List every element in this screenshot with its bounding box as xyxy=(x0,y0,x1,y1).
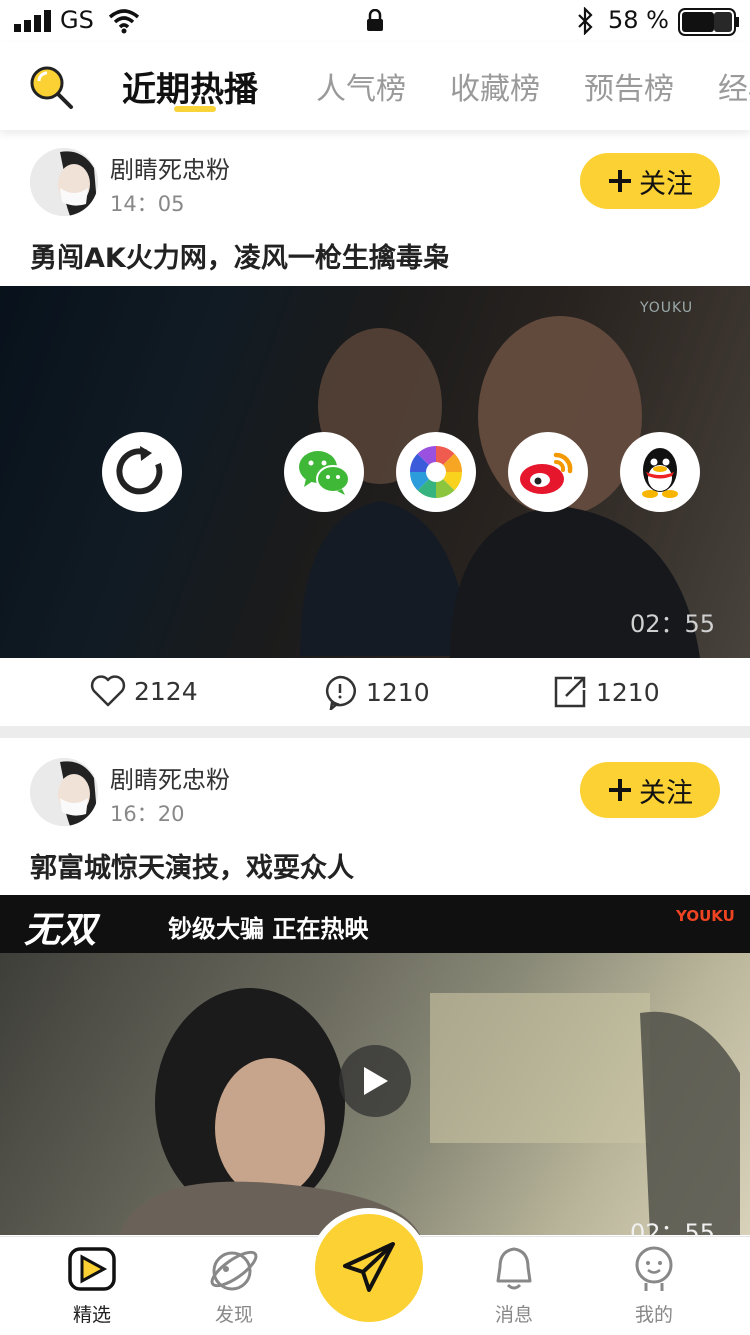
tab-profile[interactable]: 我的 xyxy=(604,1243,704,1327)
follow-button[interactable]: 关注 xyxy=(580,762,720,818)
avatar[interactable] xyxy=(30,758,98,826)
replay-button[interactable] xyxy=(102,432,182,512)
share-count: 1210 xyxy=(596,677,660,707)
comment-button[interactable]: 1210 xyxy=(322,674,430,710)
tab-popular[interactable]: 人气榜 xyxy=(316,64,406,108)
tab-recent-hot[interactable]: 近期热播 xyxy=(122,62,258,111)
movie-logo: 无双 xyxy=(24,910,97,951)
top-nav: 近期热播 人气榜 收藏榜 预告榜 经典 xyxy=(0,42,750,130)
profile-icon xyxy=(635,1246,673,1291)
tab-classic[interactable]: 经典 xyxy=(718,64,750,108)
share-moments-button[interactable] xyxy=(396,432,476,512)
plus-icon xyxy=(609,779,631,801)
tab-label: 发现 xyxy=(214,1304,253,1326)
like-button[interactable]: 2124 xyxy=(90,674,198,708)
comment-icon xyxy=(325,675,356,710)
battery-percent: 58 % xyxy=(608,6,669,34)
status-bar: GS 58 % xyxy=(0,0,750,42)
share-weibo-button[interactable] xyxy=(508,432,588,512)
send-icon xyxy=(343,1242,395,1292)
share-qq-button[interactable] xyxy=(620,432,700,512)
tab-messages[interactable]: 消息 xyxy=(464,1243,564,1327)
author-name[interactable]: 剧睛死忠粉 xyxy=(110,150,230,185)
avatar[interactable] xyxy=(30,148,98,216)
plus-icon xyxy=(609,170,631,192)
post-title[interactable]: 勇闯AK火力网，凌风一枪生擒毒枭 xyxy=(30,236,450,275)
tab-label: 消息 xyxy=(494,1304,533,1326)
qq-icon xyxy=(642,448,678,498)
follow-label: 关注 xyxy=(639,168,693,200)
follow-label: 关注 xyxy=(639,777,693,809)
tab-featured[interactable]: 精选 xyxy=(42,1243,142,1327)
youku-watermark: YOUKU xyxy=(676,907,735,925)
active-tab-indicator xyxy=(174,106,216,112)
post-divider xyxy=(0,726,750,738)
wifi-icon xyxy=(108,8,140,38)
share-button[interactable]: 1210 xyxy=(552,674,660,710)
tab-label: 精选 xyxy=(72,1304,111,1326)
youku-watermark: YOUKU xyxy=(640,300,694,316)
video-duration: 02：55 xyxy=(630,1219,716,1235)
moments-icon xyxy=(409,445,463,499)
bell-icon xyxy=(496,1247,532,1290)
post-time: 16：20 xyxy=(110,802,185,826)
tab-label: 我的 xyxy=(634,1304,673,1326)
carrier-text: GS xyxy=(60,6,94,34)
wechat-icon xyxy=(299,451,350,495)
video-duration: 02：55 xyxy=(630,610,716,638)
discover-icon xyxy=(210,1250,258,1291)
tab-trailers[interactable]: 预告榜 xyxy=(584,64,674,108)
banner-text: 钞级大骗 正在热映 xyxy=(168,915,369,943)
author-name[interactable]: 剧睛死忠粉 xyxy=(110,760,230,795)
heart-icon xyxy=(90,675,126,707)
video-player[interactable]: YOUKU 02：55 xyxy=(0,286,750,658)
share-wechat-button[interactable] xyxy=(284,432,364,512)
post-title[interactable]: 郭富城惊天演技，戏耍众人 xyxy=(30,846,354,885)
play-button[interactable] xyxy=(339,1045,411,1117)
comment-count: 1210 xyxy=(366,677,430,707)
publish-button[interactable] xyxy=(315,1214,423,1322)
video-banner: 无双 钞级大骗 正在热映 YOUKU xyxy=(0,895,750,953)
follow-button[interactable]: 关注 xyxy=(580,153,720,209)
bluetooth-icon xyxy=(576,6,594,39)
tab-favorites[interactable]: 收藏榜 xyxy=(450,64,540,108)
replay-icon xyxy=(116,446,163,495)
lock-icon xyxy=(366,8,384,35)
tab-discover[interactable]: 发现 xyxy=(184,1243,284,1327)
post-time: 14：05 xyxy=(110,192,185,216)
like-count: 2124 xyxy=(134,676,198,706)
signal-icon xyxy=(14,10,56,36)
featured-icon xyxy=(68,1247,116,1291)
video-player[interactable]: 无双 钞级大骗 正在热映 YOUKU 02：55 xyxy=(0,895,750,1235)
play-icon xyxy=(364,1067,388,1095)
weibo-icon xyxy=(520,452,573,494)
battery-icon xyxy=(678,8,740,40)
search-icon[interactable] xyxy=(28,64,74,114)
share-icon xyxy=(554,676,586,708)
